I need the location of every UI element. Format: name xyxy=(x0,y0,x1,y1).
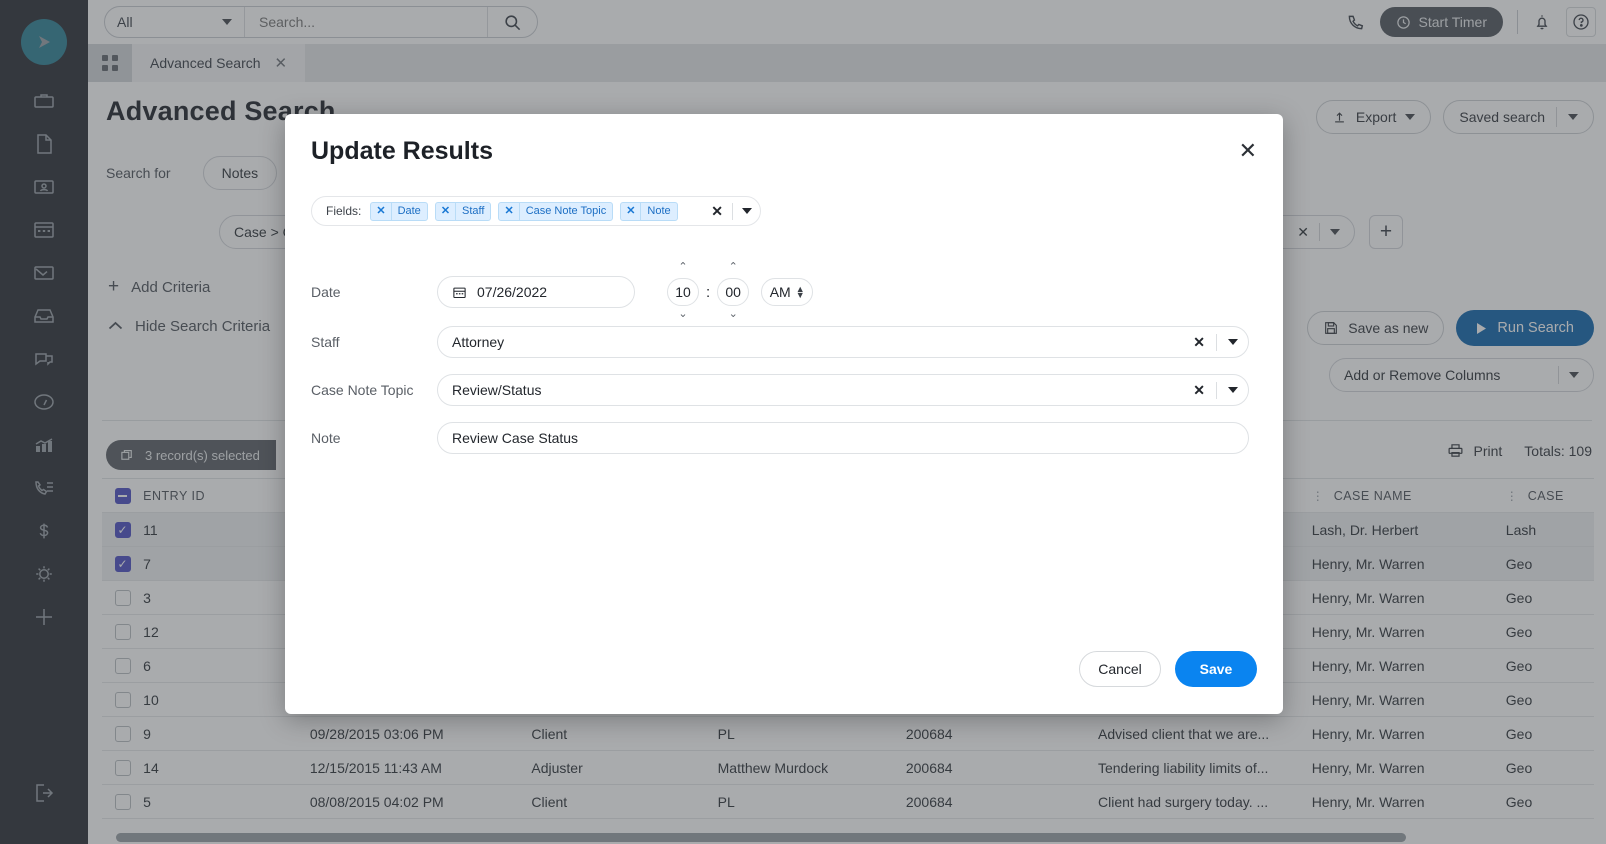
chevron-up-icon[interactable]: ⌃ xyxy=(729,262,738,275)
meridiem-value: AM xyxy=(769,284,791,300)
note-input[interactable]: Review Case Status xyxy=(437,422,1249,454)
staff-row: Staff Attorney ✕ xyxy=(311,326,1249,358)
hour-value[interactable]: 10 xyxy=(667,278,699,306)
chip-remove-icon[interactable]: ✕ xyxy=(436,202,457,220)
staff-label: Staff xyxy=(311,334,340,350)
meridiem-select[interactable]: AM ▲ ▼ xyxy=(761,278,814,306)
chevron-down-icon[interactable]: ⌄ xyxy=(678,309,687,322)
chevron-down-icon[interactable] xyxy=(1228,387,1238,393)
updown-icon: ▲ ▼ xyxy=(795,284,805,300)
case-note-topic-label: Case Note Topic xyxy=(311,382,414,398)
hour-stepper[interactable]: ⌃ 10 ⌄ xyxy=(667,262,699,322)
minute-stepper[interactable]: ⌃ 00 ⌄ xyxy=(717,262,750,322)
staff-select[interactable]: Attorney ✕ xyxy=(437,326,1249,358)
close-icon[interactable]: ✕ xyxy=(1239,140,1257,162)
note-value: Review Case Status xyxy=(452,430,579,446)
dialog-actions: Cancel Save xyxy=(1079,651,1257,687)
chip-label: Note xyxy=(647,204,671,217)
save-button[interactable]: Save xyxy=(1175,651,1257,687)
fields-multiselect[interactable]: Fields: ✕ Date ✕ Staff ✕ Case Note Topic… xyxy=(311,196,761,226)
staff-clear-icon[interactable]: ✕ xyxy=(1193,334,1205,351)
chip-label: Case Note Topic xyxy=(525,204,607,217)
date-row: Date 07/26/2022 ⌃ 10 ⌄ : ⌃ 00 ⌄ AM ▲ ▼ xyxy=(311,262,814,322)
note-row: Note Review Case Status xyxy=(311,422,1249,454)
chevron-down-icon[interactable] xyxy=(1228,339,1238,345)
chip-remove-icon[interactable]: ✕ xyxy=(371,202,392,220)
calendar-icon xyxy=(453,287,466,298)
chip-remove-icon[interactable]: ✕ xyxy=(499,202,520,220)
chevron-down-icon[interactable] xyxy=(742,208,752,214)
time-picker: ⌃ 10 ⌄ : ⌃ 00 ⌄ AM ▲ ▼ xyxy=(667,262,814,322)
field-chip-date[interactable]: ✕ Date xyxy=(370,201,428,221)
staff-value: Attorney xyxy=(452,334,505,350)
date-input[interactable]: 07/26/2022 xyxy=(437,276,635,308)
time-separator: : xyxy=(706,283,711,301)
fields-clear-icon[interactable]: ✕ xyxy=(711,203,723,220)
date-label: Date xyxy=(311,284,341,300)
cancel-button[interactable]: Cancel xyxy=(1079,651,1161,687)
field-chip-note[interactable]: ✕ Note xyxy=(620,201,678,221)
chip-remove-icon[interactable]: ✕ xyxy=(621,202,642,220)
chip-label: Date xyxy=(397,204,421,217)
field-chip-case-note-topic[interactable]: ✕ Case Note Topic xyxy=(498,201,614,221)
minute-value[interactable]: 00 xyxy=(717,278,750,306)
field-chip-staff[interactable]: ✕ Staff xyxy=(434,201,492,221)
note-label: Note xyxy=(311,430,341,446)
dialog-title: Update Results xyxy=(311,137,493,165)
fields-label: Fields: xyxy=(326,204,362,218)
case-note-topic-row: Case Note Topic Review/Status ✕ xyxy=(311,374,1249,406)
chevron-up-icon[interactable]: ⌃ xyxy=(678,262,687,275)
case-note-topic-value: Review/Status xyxy=(452,382,542,398)
update-results-dialog: Update Results ✕ Fields: ✕ Date ✕ Staff … xyxy=(285,114,1283,714)
chip-label: Staff xyxy=(462,204,485,217)
date-value: 07/26/2022 xyxy=(477,284,548,300)
case-note-topic-select[interactable]: Review/Status ✕ xyxy=(437,374,1249,406)
case-note-topic-clear-icon[interactable]: ✕ xyxy=(1193,382,1205,399)
chevron-down-icon[interactable]: ⌄ xyxy=(729,309,738,322)
